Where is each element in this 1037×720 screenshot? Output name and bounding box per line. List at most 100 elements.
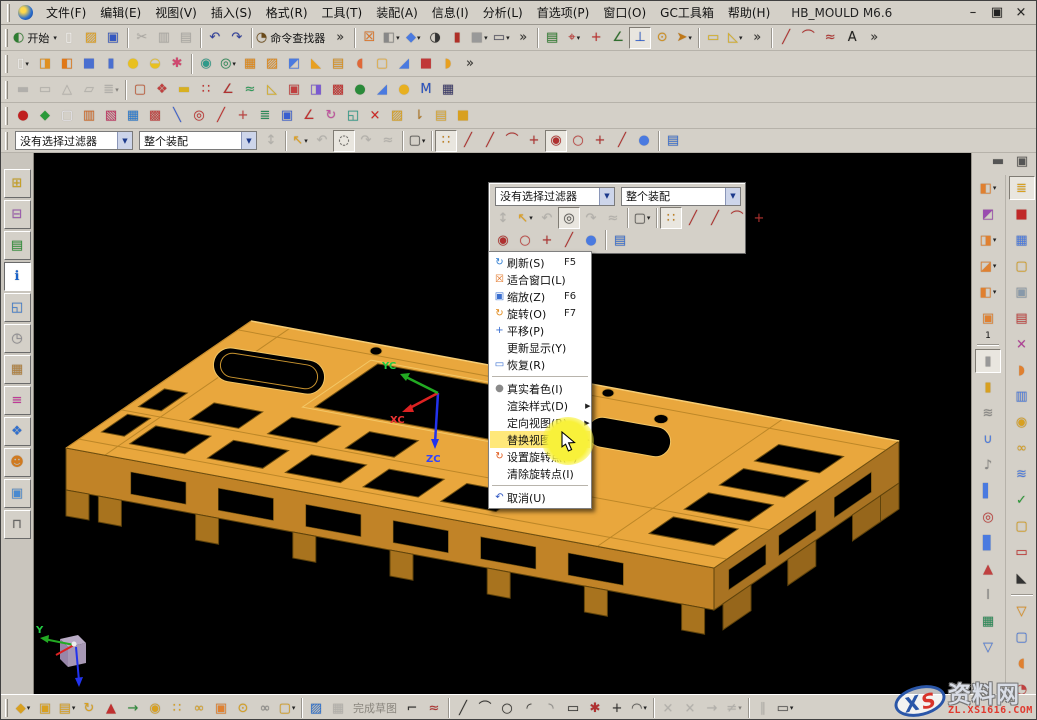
combo-dropdown-icon[interactable]: ▼ [599, 188, 614, 205]
point-list-button[interactable]: ∷ [195, 79, 217, 101]
float-assembly-book-button[interactable]: ▤ [609, 229, 631, 251]
float-curve-button[interactable]: ≈ [602, 207, 624, 229]
pattern-component-button[interactable]: ∷ [166, 697, 188, 719]
measure-ruler-button[interactable]: ▬ [173, 79, 195, 101]
red-slash-button[interactable]: ╱ [210, 105, 232, 127]
menu-item-render-style[interactable]: 渲染样式(D)▶ [490, 397, 590, 414]
paste-button[interactable]: ▤ [175, 27, 197, 49]
menu-工具T[interactable]: 工具(T) [315, 2, 370, 23]
mold-plates-button[interactable]: ▥ [1009, 384, 1035, 408]
blend-button[interactable]: ✱ [166, 53, 188, 75]
green-diamond-button[interactable]: ◆ [34, 105, 56, 127]
menu-item-pan[interactable]: +平移(P) [490, 322, 590, 339]
toolbar-overflow-chevron[interactable]: » [512, 27, 534, 49]
mold-photo-box-button[interactable]: ▣ [1009, 280, 1035, 304]
snap-hand-button[interactable]: ↕ [260, 130, 282, 152]
restore-button[interactable]: ▣ [986, 2, 1008, 24]
mold-wave-button[interactable]: ≋ [1009, 462, 1035, 486]
red-sphere-button[interactable]: ● [12, 105, 34, 127]
shell-button[interactable]: ▢ [371, 53, 393, 75]
move-object-button[interactable]: ➤▾ [673, 27, 695, 49]
intersection-button[interactable]: + [523, 130, 545, 152]
cart-cube-button[interactable]: ▢▾ [276, 697, 298, 719]
viewport-minimize-button[interactable]: ▬ [987, 155, 1009, 168]
float-end-point-button[interactable]: ╱ [682, 207, 704, 229]
cross-grid-button[interactable]: + [232, 105, 254, 127]
float-arc-button[interactable]: ⌒ [726, 207, 748, 229]
calculator-button[interactable]: ▦ [437, 79, 459, 101]
materials-tab[interactable]: ≡ [4, 386, 31, 415]
select-curve-button[interactable]: ≈ [377, 130, 399, 152]
mold-wizard-layers-button[interactable]: ≣ [1009, 176, 1035, 200]
float-snap-point-button[interactable]: ∷ [660, 207, 682, 229]
shaded-view-button[interactable]: ◑ [424, 27, 446, 49]
paper-yellow-button[interactable]: ▤ [430, 105, 452, 127]
open-button[interactable]: ▨ [80, 27, 102, 49]
menu-文件F[interactable]: 文件(F) [39, 2, 93, 23]
close-button[interactable]: × [1010, 2, 1032, 24]
sketch-shape-button[interactable]: ◠▾ [628, 697, 650, 719]
sphere-button[interactable]: ● [122, 53, 144, 75]
redo-button[interactable]: ↷ [226, 27, 248, 49]
new-file-button[interactable]: ▯ [58, 27, 80, 49]
broom-button[interactable]: ⇂ [408, 105, 430, 127]
gift-button[interactable]: ▦ [975, 609, 1001, 633]
gift-box-button[interactable]: ▧ [100, 105, 122, 127]
cube-eye-button[interactable]: ⊙ [232, 697, 254, 719]
chain-button[interactable]: ∞ [254, 697, 276, 719]
float-lasso-button[interactable]: ◎ [558, 207, 580, 229]
revolve-button[interactable]: ◨ [34, 53, 56, 75]
curve-analysis-button[interactable]: ≈ [239, 79, 261, 101]
minimize-button[interactable]: – [962, 2, 984, 24]
joint-button[interactable]: ◉ [144, 697, 166, 719]
toolbar-overflow-chevron[interactable]: » [863, 27, 885, 49]
float-general-selection-button[interactable]: ↖▾ [514, 207, 536, 229]
menu-item-update-display[interactable]: 更新显示(Y) [490, 339, 590, 356]
float-rectangle-select-button[interactable]: ▢▾ [631, 207, 653, 229]
rgb-dots-button[interactable]: ● [349, 79, 371, 101]
arc-button[interactable]: ⌒ [797, 27, 819, 49]
bend-button[interactable]: ◣ [305, 53, 327, 75]
mold-wire-box-button[interactable]: ▭ [1009, 540, 1035, 564]
end-point-button[interactable]: ╱ [457, 130, 479, 152]
mold-hooks-button[interactable]: ∞ [1009, 436, 1035, 460]
delete-x-button[interactable]: × [364, 105, 386, 127]
combo-dropdown-icon[interactable]: ▼ [241, 132, 256, 149]
quadrant-button[interactable]: ○ [567, 130, 589, 152]
note-button[interactable]: ♪ [975, 453, 1001, 477]
add-component-button[interactable]: ▤▾ [56, 697, 78, 719]
menu-分析L[interactable]: 分析(L) [476, 2, 530, 23]
display-mode-button[interactable]: ◆▾ [402, 27, 424, 49]
menu-信息I[interactable]: 信息(I) [425, 2, 476, 23]
general-selection-button[interactable]: ↖▾ [289, 130, 311, 152]
mold-frame-cube-button[interactable]: ▢ [1009, 514, 1035, 538]
sketch-spline-button[interactable]: ≈ [423, 697, 445, 719]
mirror-m-button[interactable]: ▲ [975, 557, 1001, 581]
post-button[interactable]: ▊ [975, 531, 1001, 555]
mid-point-button[interactable]: ╱ [479, 130, 501, 152]
menu-item-orient-view[interactable]: 定向视图(R)▶ [490, 414, 590, 431]
snap-point-button[interactable]: ∷ [435, 130, 457, 152]
mold-list-component-button[interactable]: ◪▾ [975, 254, 1001, 278]
command-finder-button[interactable]: ◔命令查找器 [255, 27, 329, 49]
sketch-edit-button[interactable]: ▨ [305, 697, 327, 719]
sketch-plus-button[interactable]: + [606, 697, 628, 719]
point-on-face-button[interactable]: ● [633, 130, 655, 152]
float-existing-point-button[interactable]: + [536, 229, 558, 251]
menu-编辑E[interactable]: 编辑(E) [93, 2, 148, 23]
selection-scope-combo[interactable]: 整个装配 ▼ [139, 131, 257, 150]
circle-center-button[interactable]: ◉ [545, 130, 567, 152]
web-browser-tab[interactable]: ◱ [4, 293, 31, 322]
material-button[interactable]: M [415, 79, 437, 101]
undo-selection-button[interactable]: ↶ [311, 130, 333, 152]
menu-首选项P[interactable]: 首选项(P) [530, 2, 597, 23]
assembly-cubes-button[interactable]: ▣ [34, 697, 56, 719]
menu-格式R[interactable]: 格式(R) [259, 2, 315, 23]
studio-spline-button[interactable]: ≈ [819, 27, 841, 49]
show-constraints-button[interactable]: ∥ [752, 697, 774, 719]
sheet-button[interactable]: ▤ [327, 53, 349, 75]
menu-item-restore[interactable]: ▭恢复(R) [490, 356, 590, 373]
part-navigator-button[interactable]: ▤ [541, 27, 563, 49]
combo-dropdown-icon[interactable]: ▼ [117, 132, 132, 149]
cut-button[interactable]: ✂ [131, 27, 153, 49]
